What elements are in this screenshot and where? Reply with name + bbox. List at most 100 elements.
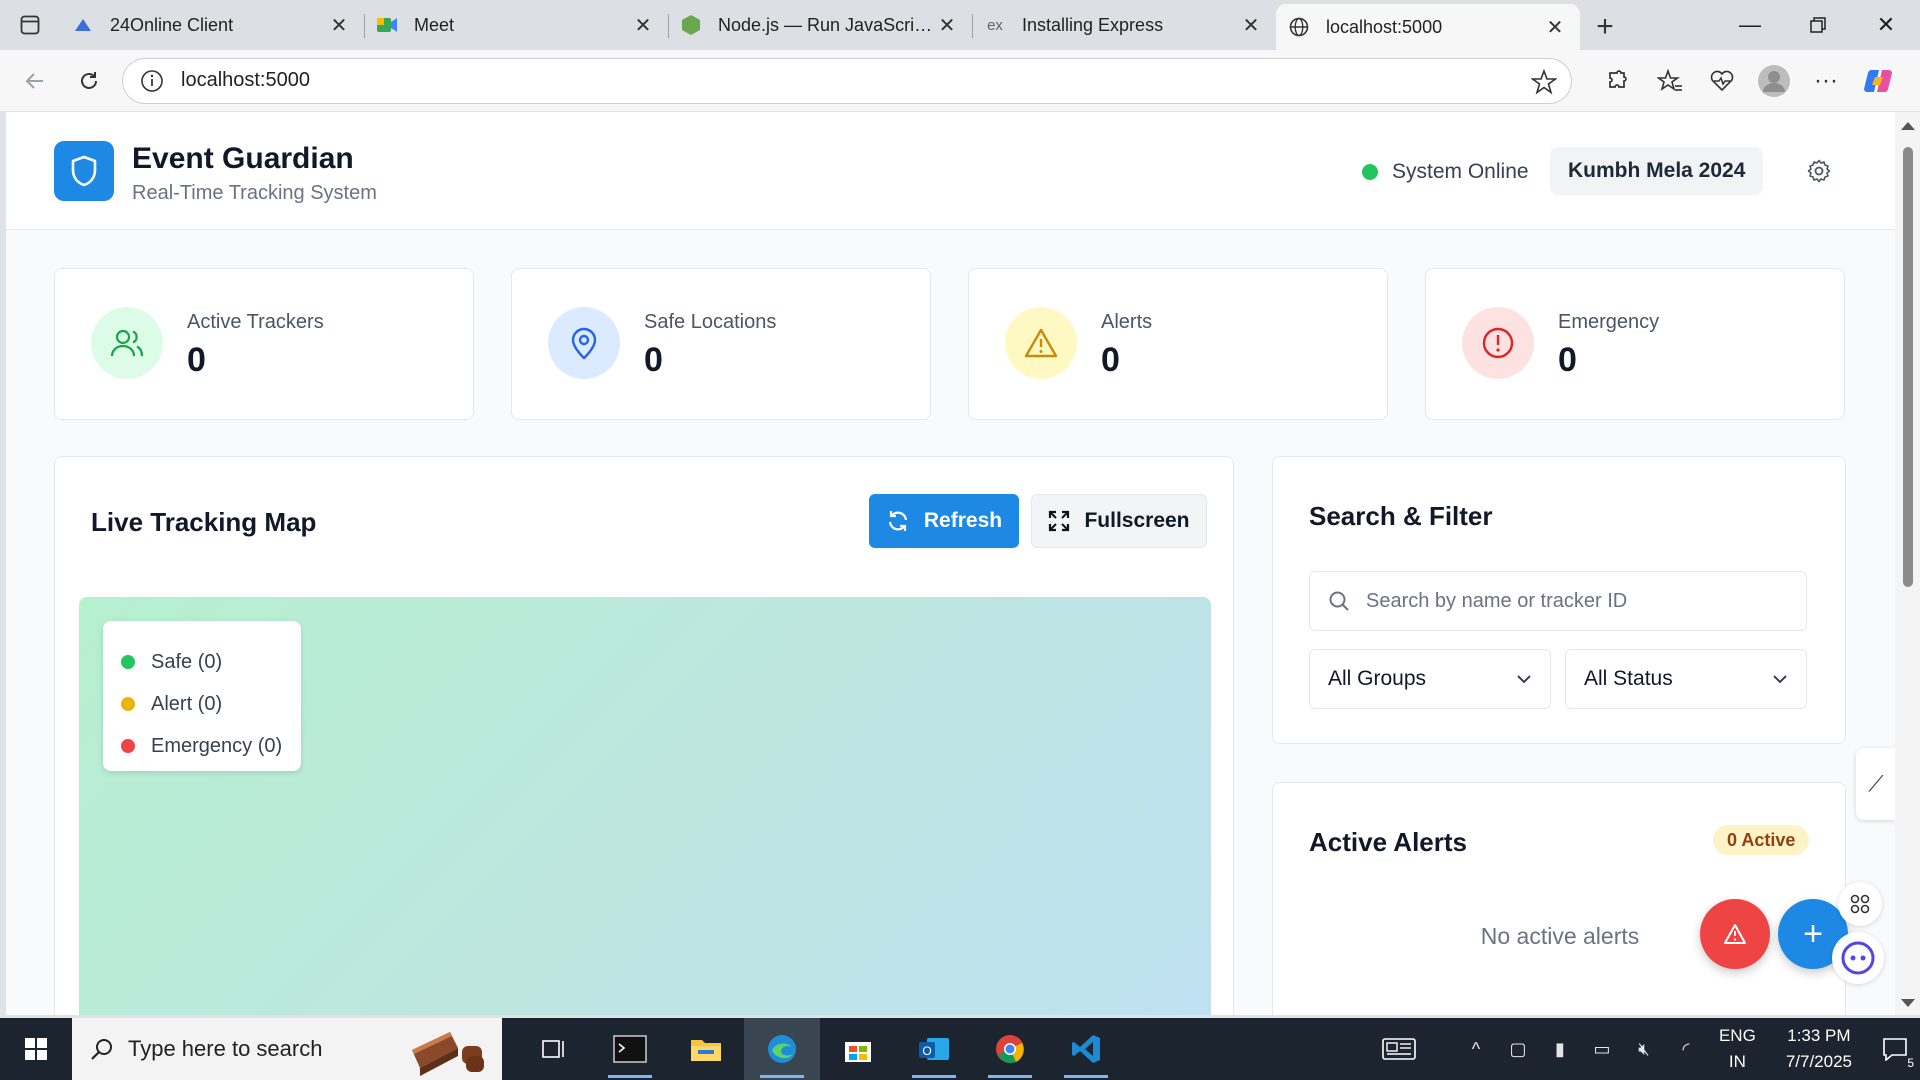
volume-muted-icon[interactable]: 🔇︎	[1629, 1034, 1659, 1064]
battery-icon[interactable]: ▭	[1587, 1034, 1617, 1064]
close-icon[interactable]: ✕	[936, 14, 958, 37]
page-scrollbar[interactable]	[1895, 112, 1920, 1015]
map-canvas[interactable]: Safe (0) Alert (0) Emergency (0)	[79, 597, 1211, 1015]
taskbar-search[interactable]: Type here to search	[72, 1018, 502, 1080]
scroll-up-icon[interactable]	[1901, 122, 1915, 130]
fullscreen-icon	[1049, 510, 1070, 532]
status-select[interactable]: All Status	[1565, 649, 1807, 709]
minimize-button[interactable]: —	[1716, 0, 1784, 50]
map-legend: Safe (0) Alert (0) Emergency (0)	[103, 621, 301, 771]
heart-pulse-icon	[1710, 70, 1734, 91]
input-language[interactable]: ENG IN	[1719, 1023, 1756, 1075]
scroll-down-icon[interactable]	[1901, 999, 1915, 1007]
taskbar-file-explorer[interactable]	[668, 1018, 744, 1080]
app-header: Event Guardian Real-Time Tracking System…	[6, 112, 1895, 230]
group-select[interactable]: All Groups	[1309, 649, 1551, 709]
browser-essentials-button[interactable]	[1696, 59, 1748, 103]
back-button[interactable]	[14, 60, 56, 102]
gear-icon	[1807, 159, 1831, 183]
search-filter-panel: Search & Filter All Groups All Status	[1272, 456, 1846, 744]
more-menu-button[interactable]: ···	[1800, 59, 1852, 103]
nodejs-icon	[680, 14, 702, 36]
assistant-extension-button[interactable]	[1832, 932, 1884, 984]
profile-button[interactable]	[1748, 59, 1800, 103]
tab-title: Meet	[414, 14, 455, 35]
taskbar-edge[interactable]	[744, 1018, 820, 1080]
taskbar-chrome[interactable]	[972, 1018, 1048, 1080]
legend-item-safe: Safe (0)	[121, 641, 283, 683]
store-icon	[845, 1042, 871, 1062]
browser-tab-bar: 24Online Client ✕ Meet ✕ Node.js — Run J…	[0, 0, 1920, 50]
taskbar-store[interactable]	[820, 1018, 896, 1080]
clock-time: 1:33 PM	[1787, 1026, 1851, 1045]
copilot-icon	[1864, 69, 1892, 92]
scrollbar-thumb[interactable]	[1903, 147, 1913, 587]
start-button[interactable]	[0, 1018, 72, 1080]
cake-illustration-icon	[412, 1032, 484, 1076]
restore-button[interactable]	[1784, 0, 1852, 50]
copilot-button[interactable]	[1852, 59, 1904, 103]
alerts-title: Active Alerts	[1309, 827, 1467, 857]
meet-now-icon[interactable]: ▢	[1503, 1034, 1533, 1064]
microphone-icon[interactable]: ▮	[1545, 1034, 1575, 1064]
tab-title: 24Online Client	[110, 14, 234, 35]
search-field[interactable]	[1309, 571, 1807, 631]
warning-triangle-icon	[1005, 307, 1077, 379]
favorites-button[interactable]	[1644, 59, 1696, 103]
wifi-icon[interactable]: ◜	[1671, 1034, 1701, 1064]
task-view-button[interactable]	[516, 1018, 592, 1080]
info-icon[interactable]	[139, 68, 165, 94]
browser-tab-nodejs[interactable]: Node.js — Run JavaScript Everywhere ✕	[668, 4, 972, 46]
terminal-icon	[613, 1035, 647, 1063]
taskbar-terminal[interactable]	[592, 1018, 668, 1080]
stat-card-alerts: Alerts 0	[968, 268, 1388, 420]
settings-button[interactable]	[1806, 158, 1832, 189]
page-viewport: Event Guardian Real-Time Tracking System…	[6, 112, 1895, 1015]
news-widget-icon[interactable]	[1379, 1034, 1419, 1064]
task-view-icon	[542, 1040, 564, 1058]
map-pin-icon	[548, 307, 620, 379]
notification-count: 5	[1907, 1056, 1914, 1070]
browser-tab-meet[interactable]: Meet ✕	[364, 4, 668, 46]
chevron-up-icon[interactable]: ^	[1461, 1034, 1491, 1064]
users-icon	[91, 307, 163, 379]
notification-center-button[interactable]: 5	[1870, 1018, 1920, 1080]
taskbar-outlook[interactable]: O	[896, 1018, 972, 1080]
fullscreen-button[interactable]: Fullscreen	[1031, 494, 1207, 548]
favorite-star-icon[interactable]	[1531, 68, 1557, 95]
extension-grid-button[interactable]	[1838, 882, 1882, 926]
taskbar-apps: O	[516, 1018, 1124, 1080]
refresh-button[interactable]: Refresh	[869, 494, 1019, 548]
reload-button[interactable]	[68, 60, 110, 102]
close-window-button[interactable]: ✕	[1852, 0, 1920, 50]
address-text[interactable]: localhost:5000	[181, 69, 310, 92]
new-tab-button[interactable]: +	[1580, 4, 1630, 50]
chevron-down-icon	[1773, 675, 1787, 684]
taskbar-vscode[interactable]	[1048, 1018, 1124, 1080]
split-icon: ⟋	[1868, 771, 1884, 796]
address-bar[interactable]: localhost:5000	[122, 57, 1572, 104]
clock[interactable]: 1:33 PM 7/7/2025	[1786, 1023, 1852, 1075]
windows-logo-icon	[25, 1038, 47, 1060]
browser-tab-express[interactable]: ex Installing Express ✕	[972, 4, 1276, 46]
browser-tab-localhost[interactable]: localhost:5000 ✕	[1276, 4, 1580, 50]
language-code: ENG	[1718, 1026, 1756, 1045]
status-dot	[1362, 164, 1378, 180]
extensions-button[interactable]	[1592, 59, 1644, 103]
sidebar-toggle-handle[interactable]: ⟋	[1856, 748, 1895, 820]
browser-tab-24online[interactable]: 24Online Client ✕	[60, 4, 364, 46]
tab-actions-icon	[20, 15, 40, 35]
search-input[interactable]	[1366, 589, 1786, 613]
close-icon[interactable]: ✕	[1240, 14, 1262, 37]
legend-dot	[121, 739, 135, 753]
sos-alert-button[interactable]	[1700, 899, 1770, 969]
close-icon[interactable]: ✕	[632, 14, 654, 37]
close-icon[interactable]: ✕	[1544, 16, 1566, 39]
tab-actions-button[interactable]	[0, 0, 60, 50]
stat-value: 0	[644, 341, 663, 379]
outlook-icon: O	[919, 1038, 949, 1060]
toolbar-actions: ···	[1592, 59, 1904, 103]
event-selector[interactable]: Kumbh Mela 2024	[1550, 147, 1764, 195]
stat-label: Active Trackers	[187, 311, 324, 333]
close-icon[interactable]: ✕	[328, 14, 350, 37]
